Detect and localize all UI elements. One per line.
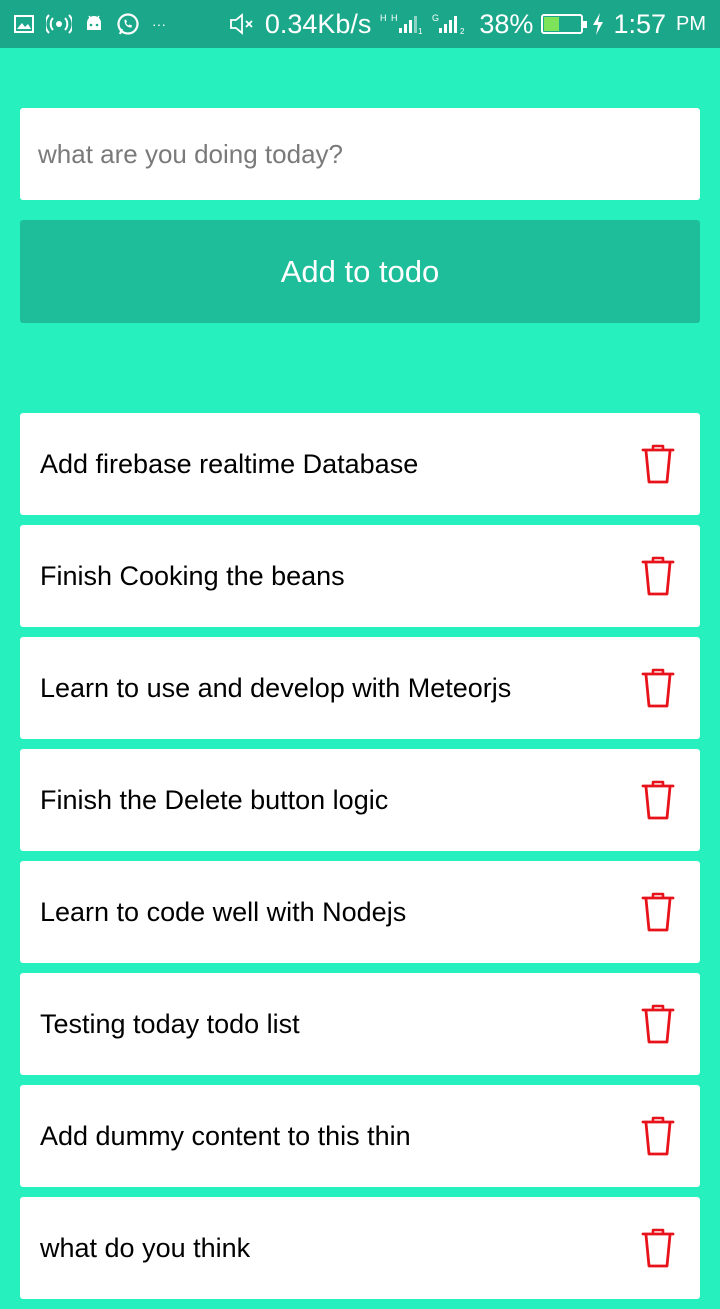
trash-icon[interactable] [638, 1226, 678, 1270]
todo-text: Learn to use and develop with Meteorjs [40, 672, 512, 703]
todo-item[interactable]: what do you think [20, 1197, 700, 1299]
network-speed: 0.34Kb/s [264, 8, 372, 39]
todo-item[interactable]: Learn to use and develop with Meteorjs [20, 637, 700, 739]
battery-icon [541, 14, 588, 34]
clock-time: 1:57 [613, 8, 666, 39]
clock-ampm: PM [676, 12, 706, 35]
svg-text:1: 1 [418, 27, 423, 36]
trash-icon[interactable] [638, 554, 678, 598]
hotspot-icon [46, 14, 72, 34]
overflow-dots: ··· [152, 16, 166, 32]
trash-icon[interactable] [638, 1002, 678, 1046]
status-left: ··· [14, 12, 166, 36]
todo-list: Add firebase realtime Database Finish Coo… [20, 413, 700, 1309]
signal-sim2-icon: G2 [431, 12, 471, 36]
trash-icon[interactable] [638, 890, 678, 934]
status-bar: ··· 0.34Kb/s HH1 G2 38% 1:57 PM [0, 0, 720, 48]
battery-percent: 38% [479, 8, 534, 39]
trash-icon[interactable] [638, 666, 678, 710]
todo-input[interactable] [20, 108, 700, 200]
whatsapp-icon [116, 12, 140, 36]
android-icon [84, 14, 104, 34]
trash-icon[interactable] [638, 778, 678, 822]
gallery-icon [14, 15, 34, 33]
svg-text:2: 2 [460, 27, 465, 36]
todo-item[interactable]: Finish the Delete button logic [20, 749, 700, 851]
status-right: 0.34Kb/s HH1 G2 38% 1:57 PM [229, 9, 706, 40]
charging-icon [591, 12, 605, 36]
todo-item[interactable]: Testing today todo list [20, 973, 700, 1075]
trash-icon[interactable] [638, 1114, 678, 1158]
todo-text: Add firebase realtime Database [40, 448, 419, 479]
trash-icon[interactable] [638, 442, 678, 486]
todo-text: Add dummy content to this thin [40, 1120, 411, 1151]
todo-item[interactable]: Learn to code well with Nodejs [20, 861, 700, 963]
signal-sim1-icon: HH 1 [379, 12, 423, 36]
todo-text: Testing today todo list [40, 1008, 300, 1039]
todo-text: Finish the Delete button logic [40, 784, 389, 815]
add-to-todo-button[interactable]: Add to todo [20, 220, 700, 323]
todo-text: what do you think [40, 1232, 251, 1263]
todo-item[interactable]: Add dummy content to this thin [20, 1085, 700, 1187]
todo-item[interactable]: Finish Cooking the beans [20, 525, 700, 627]
todo-text: Learn to code well with Nodejs [40, 896, 407, 927]
svg-text:H: H [391, 13, 398, 23]
battery-fill [544, 17, 559, 31]
svg-text:H: H [380, 13, 387, 23]
todo-item[interactable]: Add firebase realtime Database [20, 413, 700, 515]
todo-text: Finish Cooking the beans [40, 560, 345, 591]
svg-text:G: G [432, 13, 439, 23]
mute-icon [229, 13, 257, 35]
